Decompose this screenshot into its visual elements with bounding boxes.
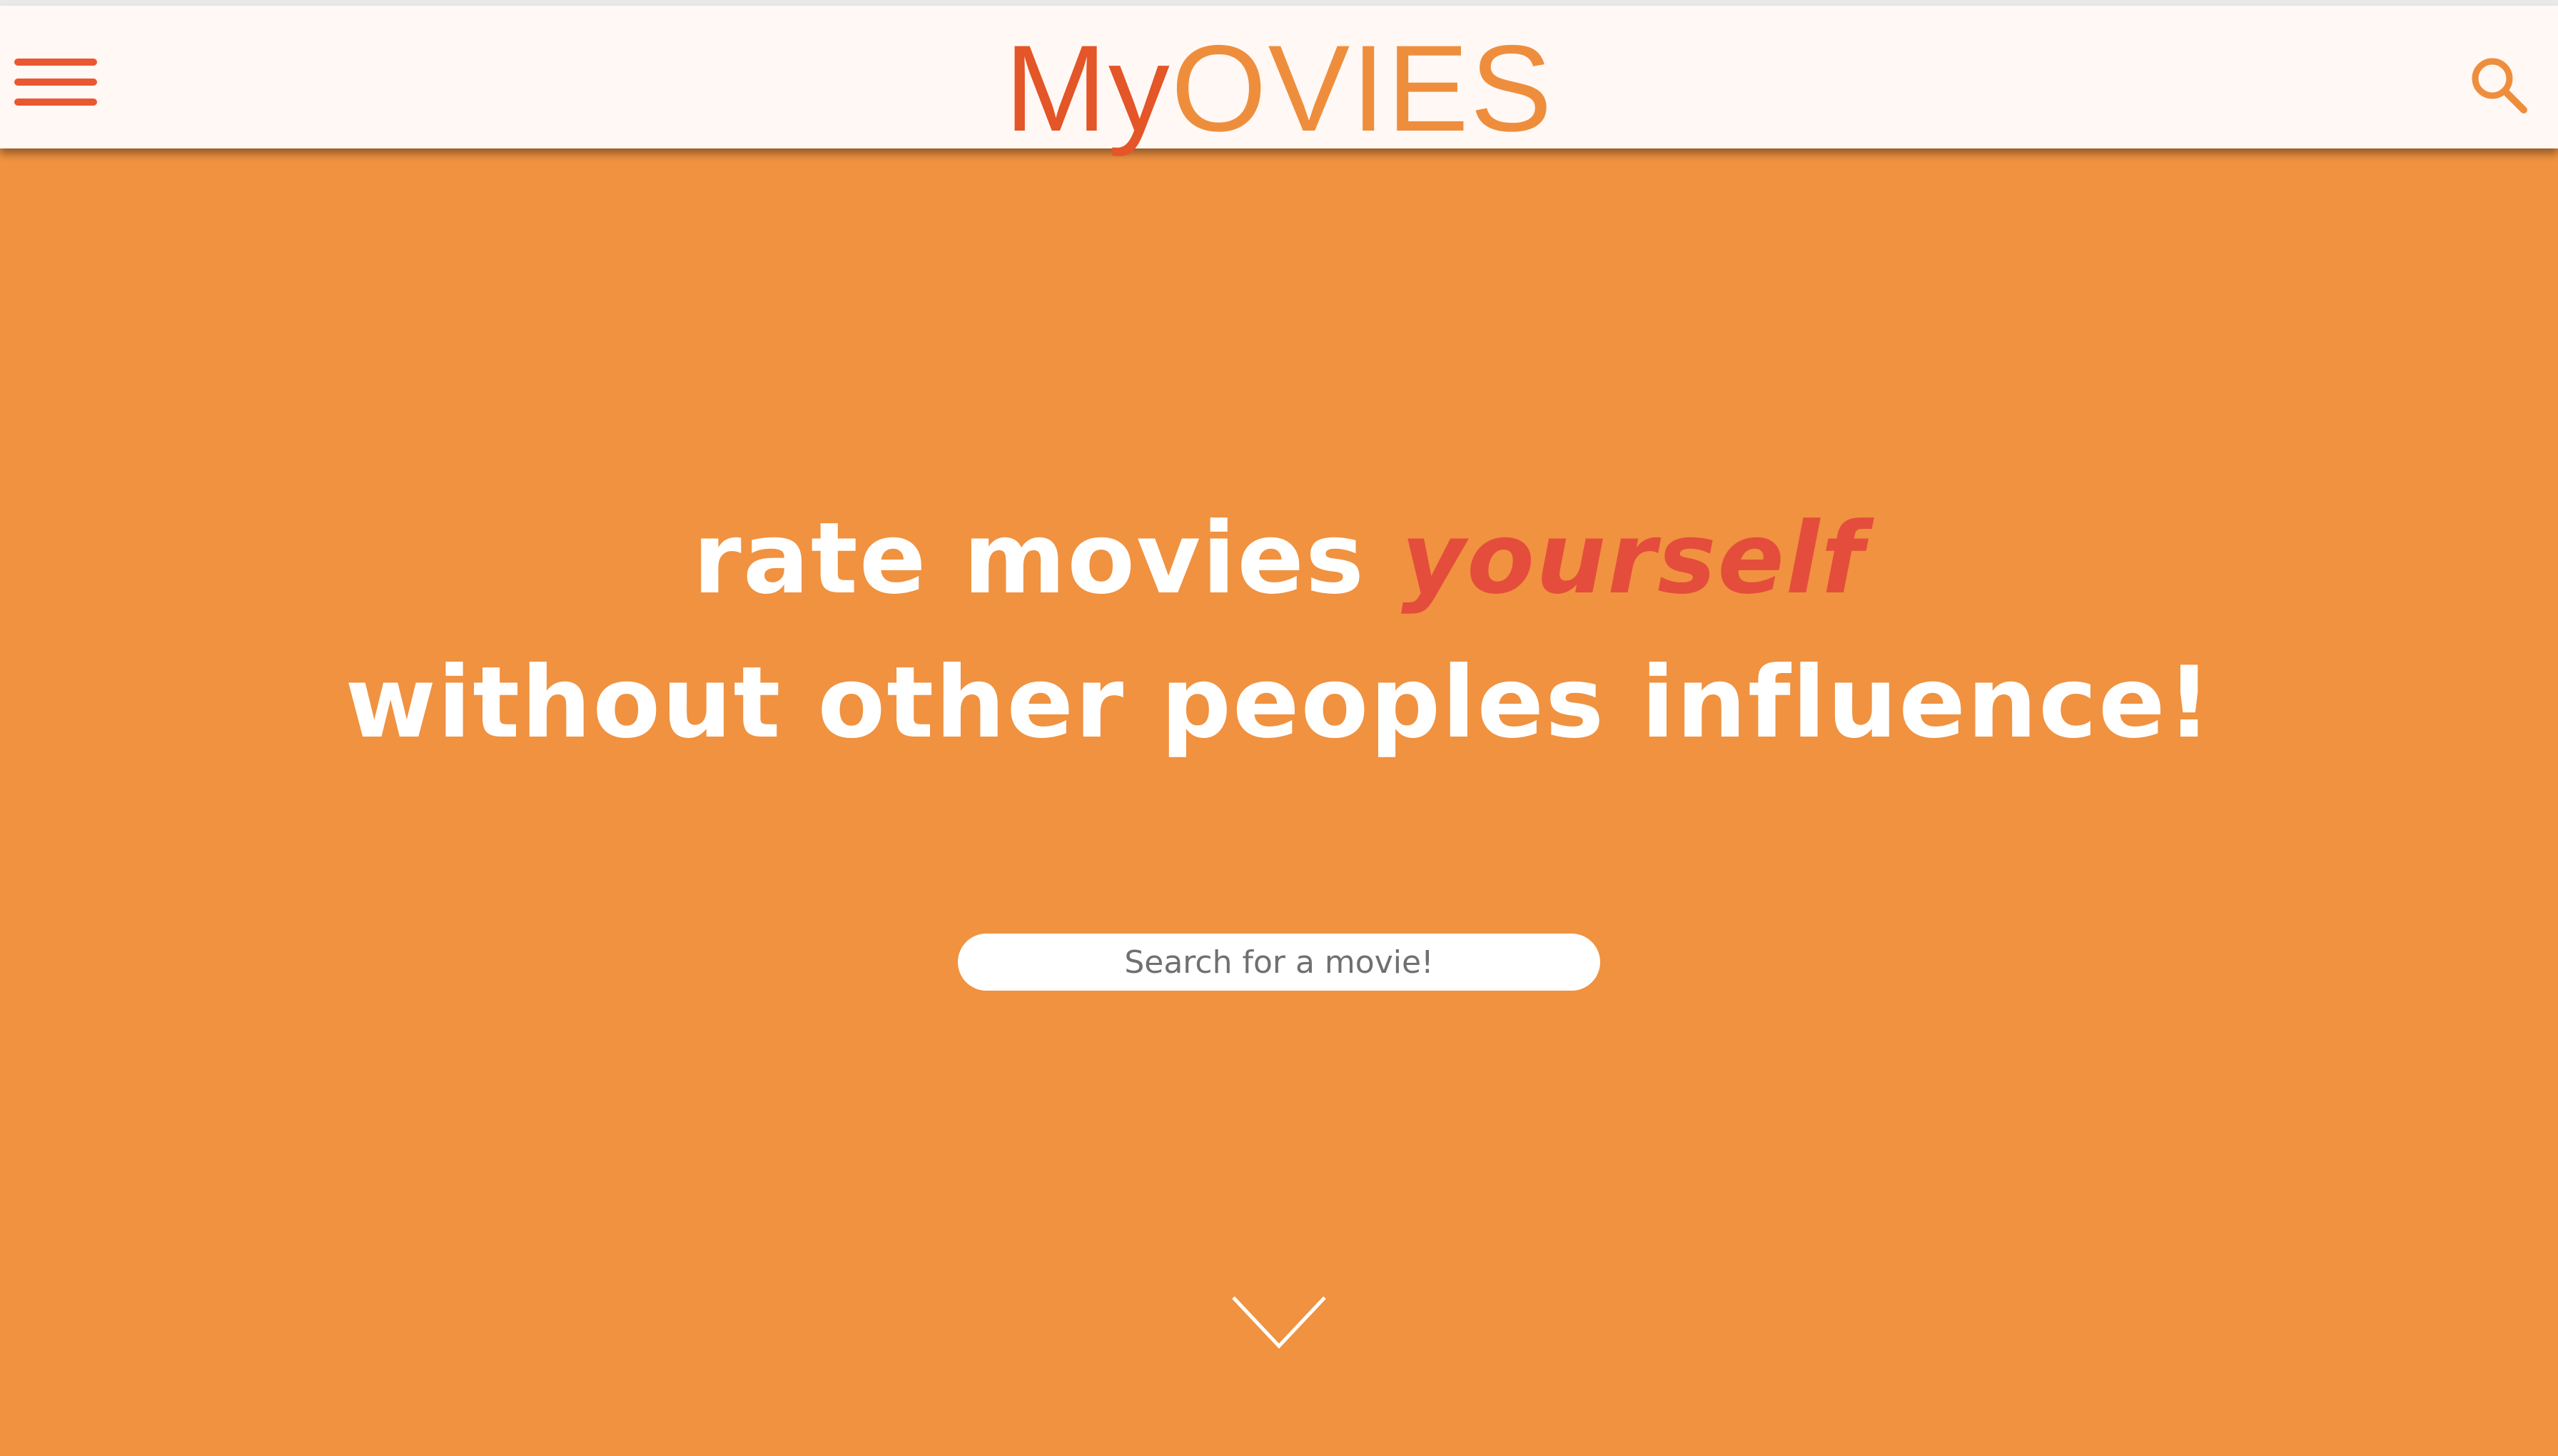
search-icon[interactable]: [2467, 53, 2531, 117]
hero-headline: rate movies yourself without other peopl…: [0, 487, 2558, 775]
chevron-down-icon[interactable]: [1230, 1293, 1328, 1353]
headline-line-2: without other peoples influence!: [345, 645, 2213, 760]
logo-part-my: My: [1004, 20, 1171, 157]
page: MyOVIES rate movies yourself without oth…: [0, 0, 2558, 1456]
hero-section: rate movies yourself without other peopl…: [0, 148, 2558, 1456]
headline-line-1: rate movies yourself: [0, 487, 2558, 631]
logo-part-ovies: OVIES: [1171, 20, 1554, 157]
top-border: [0, 0, 2558, 6]
search-icon-graphic: [2472, 58, 2527, 113]
chevron-down-graphic: [1232, 1296, 1326, 1349]
headline-accent: yourself: [1401, 501, 1866, 616]
movie-search-input[interactable]: [958, 934, 1600, 991]
headline-text: rate movies: [692, 501, 1402, 616]
site-logo[interactable]: MyOVIES: [0, 27, 2558, 150]
site-header: MyOVIES: [0, 6, 2558, 150]
